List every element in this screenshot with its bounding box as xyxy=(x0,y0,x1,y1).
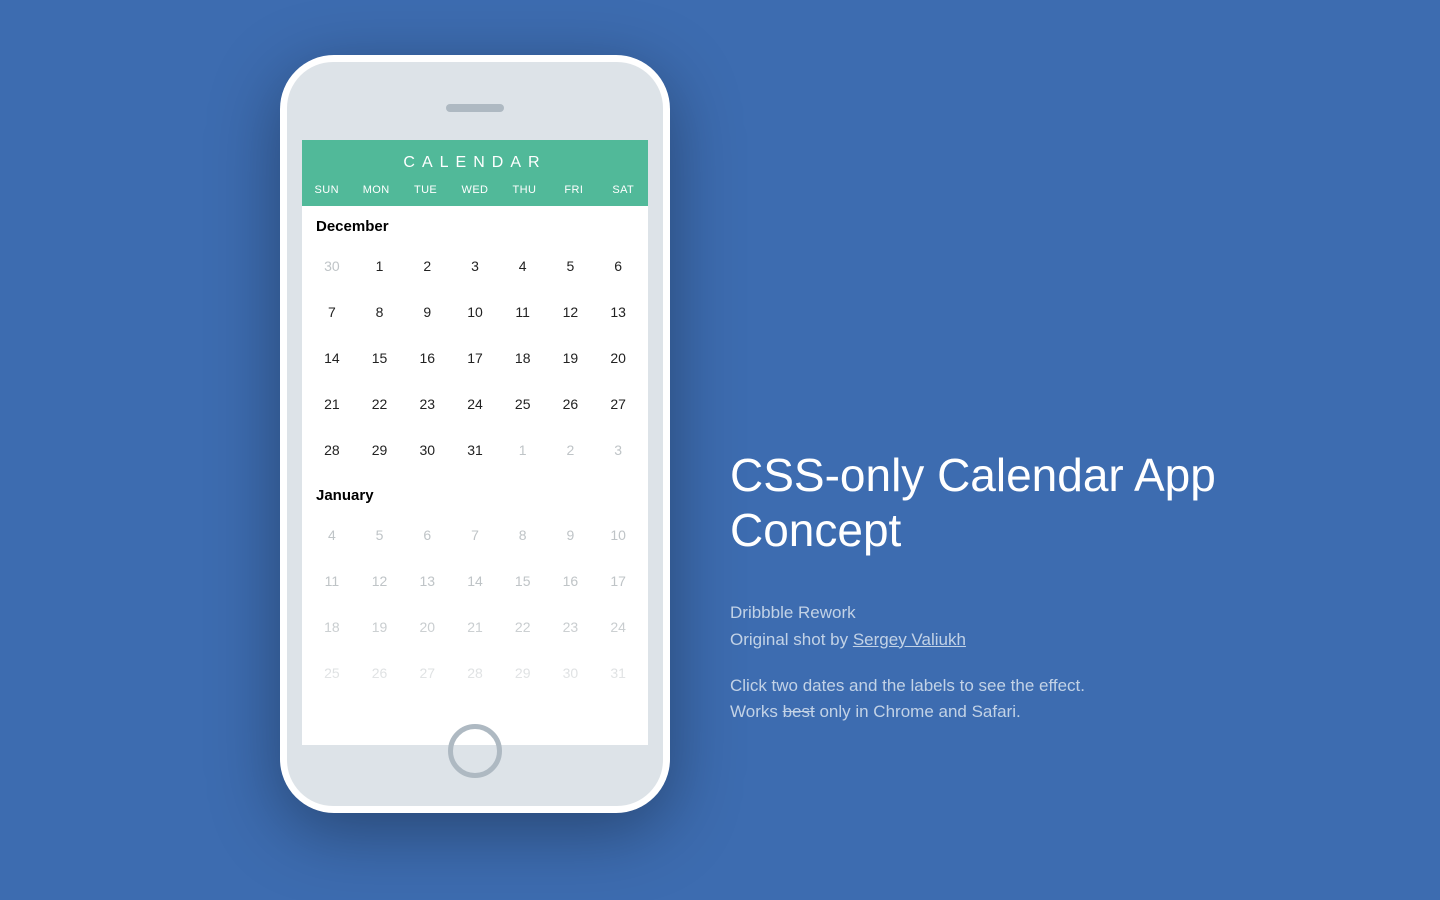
month-label[interactable]: December xyxy=(308,206,642,243)
date-cell[interactable]: 10 xyxy=(451,289,499,335)
credit-line-2-pre: Original shot by xyxy=(730,630,853,649)
dow-tue: TUE xyxy=(401,184,450,196)
date-cell[interactable]: 20 xyxy=(403,604,451,650)
instructions-line-2-pre: Works xyxy=(730,702,783,721)
date-cell[interactable]: 6 xyxy=(403,512,451,558)
date-cell[interactable]: 8 xyxy=(499,512,547,558)
date-cell[interactable]: 22 xyxy=(356,381,404,427)
calendar-app-screen: CALENDAR SUN MON TUE WED THU FRI SAT Dec… xyxy=(302,140,648,745)
page-title: CSS-only Calendar App Concept xyxy=(730,448,1380,558)
date-cell[interactable]: 15 xyxy=(499,558,547,604)
calendar-title: CALENDAR xyxy=(302,154,648,184)
date-cell[interactable]: 14 xyxy=(308,335,356,381)
instructions-line-1: Click two dates and the labels to see th… xyxy=(730,676,1085,695)
author-link[interactable]: Sergey Valiukh xyxy=(853,630,966,649)
date-cell[interactable]: 12 xyxy=(356,558,404,604)
date-cell[interactable]: 13 xyxy=(403,558,451,604)
date-cell[interactable]: 20 xyxy=(594,335,642,381)
dow-wed: WED xyxy=(450,184,499,196)
date-cell[interactable]: 19 xyxy=(547,335,595,381)
date-cell[interactable]: 25 xyxy=(308,650,356,696)
dow-sun: SUN xyxy=(302,184,351,196)
date-cell[interactable]: 7 xyxy=(451,512,499,558)
day-of-week-row: SUN MON TUE WED THU FRI SAT xyxy=(302,184,648,196)
date-cell[interactable]: 8 xyxy=(356,289,404,335)
date-cell[interactable]: 30 xyxy=(547,650,595,696)
date-cell[interactable]: 30 xyxy=(308,243,356,289)
date-cell[interactable]: 11 xyxy=(499,289,547,335)
date-cell[interactable]: 1 xyxy=(499,427,547,473)
date-cell[interactable]: 27 xyxy=(594,381,642,427)
strike-text: best xyxy=(783,702,815,721)
phone-frame: CALENDAR SUN MON TUE WED THU FRI SAT Dec… xyxy=(280,55,670,813)
calendar-header: CALENDAR SUN MON TUE WED THU FRI SAT xyxy=(302,140,648,206)
date-cell[interactable]: 3 xyxy=(451,243,499,289)
date-cell[interactable]: 21 xyxy=(451,604,499,650)
dow-mon: MON xyxy=(351,184,400,196)
date-grid: 3012345678910111213141516171819202122232… xyxy=(308,243,642,473)
date-cell[interactable]: 28 xyxy=(451,650,499,696)
date-cell[interactable]: 10 xyxy=(594,512,642,558)
calendar-scroll-area[interactable]: December30123456789101112131415161718192… xyxy=(302,206,648,698)
date-cell[interactable]: 4 xyxy=(499,243,547,289)
date-cell[interactable]: 7 xyxy=(308,289,356,335)
date-cell[interactable]: 14 xyxy=(451,558,499,604)
date-cell[interactable]: 1 xyxy=(356,243,404,289)
phone-home-button[interactable] xyxy=(448,724,502,778)
date-cell[interactable]: 2 xyxy=(547,427,595,473)
month-block: January456789101112131415161718192021222… xyxy=(302,475,648,698)
instructions-line-2-post: only in Chrome and Safari. xyxy=(815,702,1021,721)
date-cell[interactable]: 24 xyxy=(451,381,499,427)
date-cell[interactable]: 31 xyxy=(451,427,499,473)
instructions-paragraph: Click two dates and the labels to see th… xyxy=(730,673,1380,726)
phone-body: CALENDAR SUN MON TUE WED THU FRI SAT Dec… xyxy=(287,62,663,806)
date-cell[interactable]: 9 xyxy=(403,289,451,335)
date-cell[interactable]: 3 xyxy=(594,427,642,473)
date-cell[interactable]: 19 xyxy=(356,604,404,650)
date-cell[interactable]: 6 xyxy=(594,243,642,289)
date-cell[interactable]: 24 xyxy=(594,604,642,650)
month-block: December30123456789101112131415161718192… xyxy=(302,206,648,475)
date-cell[interactable]: 31 xyxy=(594,650,642,696)
date-cell[interactable]: 23 xyxy=(547,604,595,650)
date-cell[interactable]: 26 xyxy=(547,381,595,427)
date-cell[interactable]: 9 xyxy=(547,512,595,558)
dow-fri: FRI xyxy=(549,184,598,196)
date-cell[interactable]: 30 xyxy=(403,427,451,473)
date-cell[interactable]: 27 xyxy=(403,650,451,696)
date-cell[interactable]: 15 xyxy=(356,335,404,381)
info-panel: CSS-only Calendar App Concept Dribbble R… xyxy=(730,448,1380,726)
date-cell[interactable]: 2 xyxy=(403,243,451,289)
credit-line-1: Dribbble Rework xyxy=(730,603,856,622)
date-cell[interactable]: 18 xyxy=(308,604,356,650)
date-cell[interactable]: 26 xyxy=(356,650,404,696)
phone-speaker xyxy=(446,104,504,112)
date-grid: 45678910 11121314151617 18192021222324 2526… xyxy=(308,512,642,696)
date-cell[interactable]: 5 xyxy=(547,243,595,289)
date-cell[interactable]: 17 xyxy=(594,558,642,604)
date-cell[interactable]: 11 xyxy=(308,558,356,604)
date-cell[interactable]: 21 xyxy=(308,381,356,427)
dow-sat: SAT xyxy=(599,184,648,196)
date-cell[interactable]: 29 xyxy=(356,427,404,473)
date-cell[interactable]: 12 xyxy=(547,289,595,335)
date-cell[interactable]: 16 xyxy=(403,335,451,381)
date-cell[interactable]: 28 xyxy=(308,427,356,473)
month-label[interactable]: January xyxy=(308,475,642,512)
date-cell[interactable]: 16 xyxy=(547,558,595,604)
date-cell[interactable]: 5 xyxy=(356,512,404,558)
date-cell[interactable]: 29 xyxy=(499,650,547,696)
dow-thu: THU xyxy=(500,184,549,196)
date-cell[interactable]: 25 xyxy=(499,381,547,427)
date-cell[interactable]: 4 xyxy=(308,512,356,558)
date-cell[interactable]: 18 xyxy=(499,335,547,381)
date-cell[interactable]: 17 xyxy=(451,335,499,381)
credit-paragraph: Dribbble Rework Original shot by Sergey … xyxy=(730,600,1380,653)
date-cell[interactable]: 22 xyxy=(499,604,547,650)
date-cell[interactable]: 23 xyxy=(403,381,451,427)
date-cell[interactable]: 13 xyxy=(594,289,642,335)
